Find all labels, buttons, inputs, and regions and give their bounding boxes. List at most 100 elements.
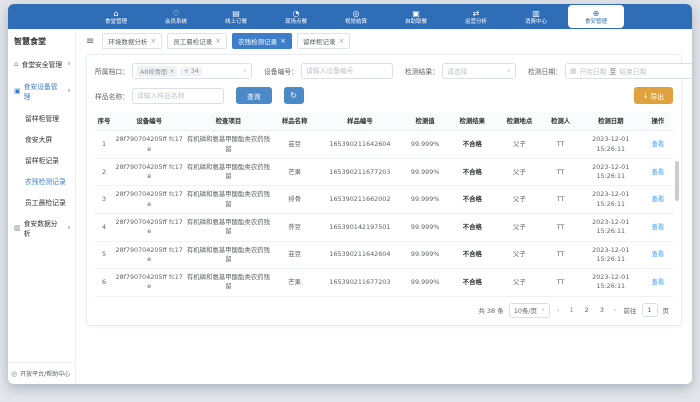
prev-page-arrow[interactable]: ‹	[555, 306, 562, 314]
table-row: 6 28f790704205ff fc17e 有机磷和氨基甲酸酯类农药残留 芒果…	[95, 269, 673, 297]
menu-collapse-icon[interactable]: ≡	[86, 36, 94, 47]
close-icon[interactable]: ×	[215, 38, 221, 44]
top-navbar: ⌂ 食堂管理 ♡ 会员系统 ▤ 线上订餐 ◔ 现场点餐 ◎ 视觉结算 ▣ 自助取…	[8, 4, 692, 29]
sidebar-item-staff-check-records[interactable]: 员工晨检记录	[8, 191, 75, 212]
sidebar-item-pesticide-records[interactable]: 农残检测记录	[8, 170, 75, 191]
chevron-down-icon: ∨	[67, 61, 71, 67]
reset-button[interactable]: ↻	[284, 87, 304, 104]
chevron-down-icon: ∨	[67, 225, 71, 231]
goto-page-input[interactable]	[642, 303, 658, 317]
sidebar-group-data-analysis[interactable]: ▥ 食安数据分析 ∨	[8, 212, 75, 244]
close-icon[interactable]: ×	[150, 38, 156, 44]
tab-env-analysis[interactable]: 环境数据分析 ×	[102, 33, 162, 49]
page-number-1[interactable]: 1	[566, 306, 576, 314]
tab-label: 环境数据分析	[108, 36, 147, 46]
nav-item-label: 线上订餐	[225, 18, 247, 24]
sidebar-footer-label: 开放平台/帮助中心	[20, 369, 70, 378]
nav-item-vision-checkout[interactable]: ◎ 视觉结算	[326, 4, 386, 29]
chart-icon: ▥	[14, 224, 21, 232]
stall-tag-text: A8排骨面	[140, 67, 167, 76]
sidebar-menu: ⌂ 食堂安全管理 ∨ ▣ 食安设备管理 ∧ 留样柜管理 食安大屏 留样柜记录 农…	[8, 53, 75, 362]
col-sample-no: 样品编号	[318, 112, 402, 131]
col-date: 检测日期	[579, 112, 643, 131]
chevron-down-icon: ∨	[243, 68, 247, 74]
col-device-no: 设备编号	[113, 112, 185, 131]
records-card: 所属档口： A8排骨面 × + 34 ∨ 设备编号：	[86, 54, 682, 326]
table-row: 1 28f790704205ff fc17e 有机磷和氨基甲酸酯类农药残留 芸豆…	[95, 131, 673, 159]
page-number-3[interactable]: 3	[597, 306, 607, 314]
refresh-icon: ↻	[290, 91, 297, 100]
tab-label: 留样柜记录	[303, 36, 336, 46]
col-check-item: 检查项目	[185, 112, 271, 131]
tab-strip: ≡ 环境数据分析 × 员工晨检记录 × 农残检测记录 × 留样柜记录 ×	[76, 29, 692, 52]
col-result: 检测结果	[448, 112, 496, 131]
sidebar-group-canteen-safety[interactable]: ⌂ 食堂安全管理 ∨	[8, 53, 75, 75]
page-size-select[interactable]: 10条/页 ∨	[509, 303, 550, 318]
date-range-picker[interactable]: ▦ 开始日期 至 结束日期	[565, 63, 692, 79]
nav-item-members[interactable]: ♡ 会员系统	[146, 4, 206, 29]
view-link[interactable]: 查看	[652, 250, 665, 258]
search-button[interactable]: 查询	[236, 87, 272, 104]
stall-more-count: + 34	[180, 67, 201, 76]
stall-multiselect[interactable]: A8排骨面 × + 34 ∨	[132, 63, 252, 79]
sidebar-group-equipment[interactable]: ▣ 食安设备管理 ∧	[8, 75, 75, 107]
table-scrollbar[interactable]	[675, 161, 679, 201]
filter-date: 检测日期： ▦ 开始日期 至 结束日期	[528, 63, 692, 79]
sidebar-group-label: 食安数据分析	[24, 218, 64, 238]
main-content: ≡ 环境数据分析 × 员工晨检记录 × 农残检测记录 × 留样柜记录 ×	[76, 29, 692, 384]
onsite-order-icon: ◔	[293, 9, 300, 18]
export-button[interactable]: ↓ 导出	[634, 87, 673, 104]
tab-staff-check[interactable]: 员工晨检记录 ×	[167, 33, 227, 49]
filter-result: 检测结果： 请选择 ∨	[405, 63, 516, 79]
nav-item-online-order[interactable]: ▤ 线上订餐	[206, 4, 266, 29]
device-input-wrap	[301, 63, 393, 79]
view-link[interactable]: 查看	[652, 223, 665, 231]
page-number-2[interactable]: 2	[582, 306, 592, 314]
sidebar-item-sample-cabinet-mgmt[interactable]: 留样柜管理	[8, 107, 75, 128]
vision-checkout-icon: ◎	[353, 9, 360, 18]
nav-item-onsite-order[interactable]: ◔ 现场点餐	[266, 4, 326, 29]
page-size-value: 10条/页	[514, 305, 537, 315]
sidebar-footer-help[interactable]: ◎ 开放平台/帮助中心	[8, 362, 75, 384]
sidebar-item-sample-cabinet-records[interactable]: 留样柜记录	[8, 149, 75, 170]
chevron-up-icon: ∧	[67, 88, 71, 94]
nav-item-canteen[interactable]: ⌂ 食堂管理	[86, 4, 146, 29]
view-link[interactable]: 查看	[652, 140, 665, 148]
col-index: 序号	[95, 112, 113, 131]
sample-input[interactable]	[137, 92, 219, 100]
filter-stall: 所属档口： A8排骨面 × + 34 ∨	[95, 63, 252, 79]
pagination: 共 38 条 10条/页 ∨ ‹ 1 2 3 › 前往 页	[95, 297, 673, 323]
view-link[interactable]: 查看	[652, 195, 665, 203]
close-icon[interactable]: ×	[280, 38, 286, 44]
date-start-placeholder: 开始日期	[579, 66, 606, 76]
chevron-down-icon: ∨	[541, 307, 545, 313]
member-icon: ♡	[172, 9, 179, 18]
food-safety-icon: ⊕	[593, 9, 600, 18]
table-row: 5 28f790704205ff fc17e 有机磷和氨基甲酸酯类农药残留 芸豆…	[95, 241, 673, 269]
date-separator: 至	[610, 66, 617, 76]
col-inspector: 检测人	[543, 112, 579, 131]
sidebar-item-food-safety-screen[interactable]: 食安大屏	[8, 128, 75, 149]
next-page-arrow[interactable]: ›	[612, 306, 619, 314]
nav-item-operations[interactable]: ⇄ 运营分析	[446, 4, 506, 29]
stall-label: 所属档口：	[95, 66, 129, 76]
nav-item-consumption-center[interactable]: ▥ 消费中心	[506, 4, 566, 29]
nav-item-label: 自助取餐	[405, 18, 427, 24]
filter-row-1: 所属档口： A8排骨面 × + 34 ∨ 设备编号：	[95, 63, 673, 79]
tab-sample-cabinet-records[interactable]: 留样柜记录 ×	[297, 33, 350, 49]
sidebar-group-label: 食堂安全管理	[21, 59, 62, 69]
table-header-row: 序号 设备编号 检查项目 样品名称 样品编号 检测值 检测结果 检测地点 检测人…	[95, 112, 673, 131]
nav-item-food-safety[interactable]: ⊕ 食安管理	[568, 5, 624, 28]
tag-close-icon[interactable]: ×	[169, 68, 174, 75]
close-icon[interactable]: ×	[339, 38, 345, 44]
goto-label: 前往	[624, 305, 637, 315]
device-input[interactable]	[306, 67, 388, 75]
nav-item-self-pickup[interactable]: ▣ 自助取餐	[386, 4, 446, 29]
result-select[interactable]: 请选择 ∨	[442, 63, 516, 79]
view-link[interactable]: 查看	[652, 168, 665, 176]
tab-pesticide-records[interactable]: 农残检测记录 ×	[232, 33, 292, 49]
view-link[interactable]: 查看	[652, 278, 665, 286]
nav-item-label: 现场点餐	[285, 18, 307, 24]
app-window: ⌂ 食堂管理 ♡ 会员系统 ▤ 线上订餐 ◔ 现场点餐 ◎ 视觉结算 ▣ 自助取…	[8, 4, 692, 384]
self-pickup-icon: ▣	[412, 9, 420, 18]
